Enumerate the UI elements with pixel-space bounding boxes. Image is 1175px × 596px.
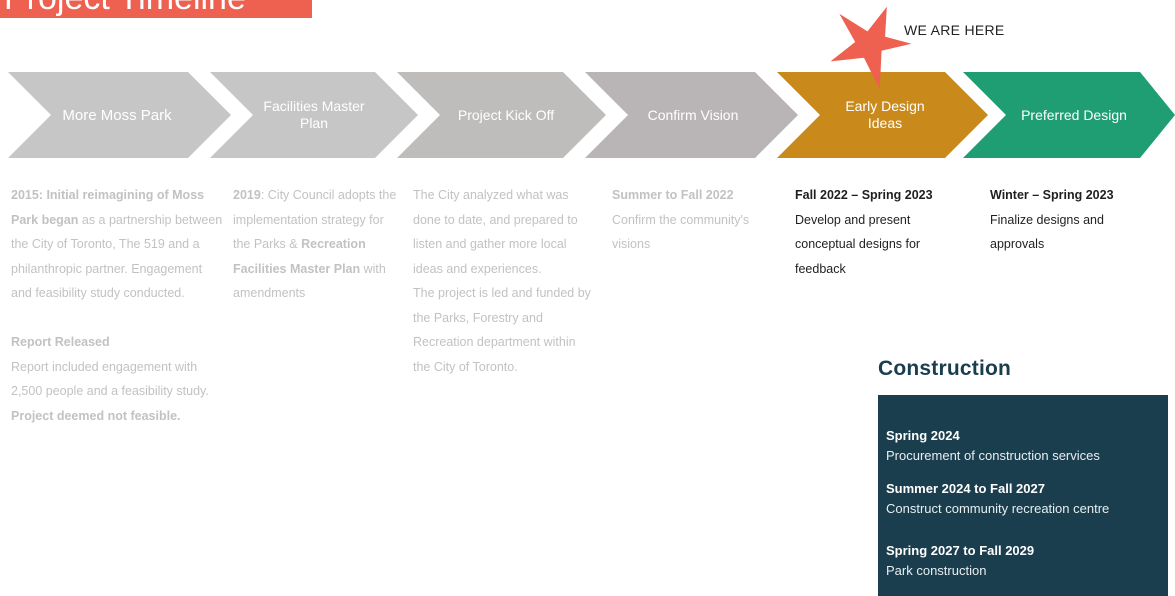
stage-description-more-moss-park: 2015: Initial reimagining of Moss Park b… xyxy=(11,183,223,428)
c4-heading: Summer to Fall 2022 xyxy=(612,188,734,202)
c4-text: Confirm the community's visions xyxy=(612,212,750,252)
construction-when: Spring 2024 xyxy=(886,428,960,443)
c1-report-emph: Project deemed not feasible. xyxy=(11,408,181,423)
c5-text: Develop and present conceptual designs f… xyxy=(795,212,921,276)
construction-item: Spring 2027 to Fall 2029 Park constructi… xyxy=(886,541,1034,581)
construction-what: Park construction xyxy=(886,563,987,578)
construction-panel: Spring 2024 Procurement of construction … xyxy=(878,395,1168,596)
construction-what: Procurement of construction services xyxy=(886,448,1100,463)
c1-report-heading: Report Released xyxy=(11,335,110,349)
stage-label-facilities-master-plan: Facilities Master Plan xyxy=(263,98,365,131)
stage-label-confirm-vision: Confirm Vision xyxy=(647,106,739,123)
stage-label-more-moss-park: More Moss Park xyxy=(62,106,172,124)
stage-description-confirm-vision: Summer to Fall 2022 Confirm the communit… xyxy=(612,183,772,257)
construction-item: Spring 2024 Procurement of construction … xyxy=(886,426,1100,466)
stage-description-facilities-master-plan: 2019: City Council adopts the implementa… xyxy=(233,183,403,306)
page-title: Project Timeline xyxy=(0,0,312,18)
star-icon xyxy=(830,6,912,90)
stage-label-project-kick-off: Project Kick Off xyxy=(457,106,555,123)
construction-what: Construct community recreation centre xyxy=(886,501,1110,516)
stage-description-project-kick-off: The City analyzed what was done to date,… xyxy=(413,183,595,379)
construction-when: Summer 2024 to Fall 2027 xyxy=(886,481,1045,496)
c5-heading: Fall 2022 – Spring 2023 xyxy=(795,188,933,202)
stage-label-preferred-design: Preferred Design xyxy=(1021,106,1127,123)
c1-report-text: Report included engagement with 2,500 pe… xyxy=(11,359,209,399)
c3-text1: The City analyzed what was done to date,… xyxy=(413,188,578,276)
construction-when: Spring 2027 to Fall 2029 xyxy=(886,543,1035,558)
c6-text: Finalize designs and approvals xyxy=(990,212,1104,252)
timeline-chevrons xyxy=(8,72,1175,158)
construction-item: Summer 2024 to Fall 2027 Construct commu… xyxy=(886,479,1109,519)
construction-title: Construction xyxy=(878,357,1012,380)
stage-description-preferred-design: Winter – Spring 2023 Finalize designs an… xyxy=(990,183,1140,257)
stage-description-early-design-ideas: Fall 2022 – Spring 2023 Develop and pres… xyxy=(795,183,945,281)
c2-year: 2019 xyxy=(233,188,261,202)
we-are-here-label: WE ARE HERE xyxy=(904,22,1005,38)
c3-text2: The project is led and funded by the Par… xyxy=(413,286,591,374)
c6-heading: Winter – Spring 2023 xyxy=(990,188,1114,202)
